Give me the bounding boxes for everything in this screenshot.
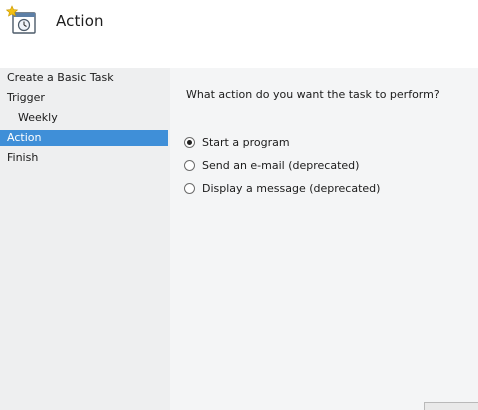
wizard-steps-sidebar: Create a Basic Task Trigger Weekly Actio… (0, 68, 170, 410)
create-basic-task-window: Action Create a Basic Task Trigger Weekl… (0, 0, 478, 410)
sidebar-item-weekly[interactable]: Weekly (0, 110, 168, 126)
radio-selected-dot (187, 139, 192, 145)
send-email-label[interactable]: Send an e-mail (deprecated) (202, 159, 359, 172)
display-message-option[interactable]: Display a message (deprecated) (184, 180, 380, 196)
sidebar-item-action[interactable]: Action (0, 130, 168, 146)
page-title: Action (56, 12, 104, 30)
display-message-label[interactable]: Display a message (deprecated) (202, 182, 380, 195)
start-program-radio[interactable] (184, 136, 195, 148)
display-message-radio[interactable] (184, 182, 195, 194)
wizard-header: Action (0, 0, 478, 68)
sidebar-item-create-basic-task[interactable]: Create a Basic Task (0, 70, 168, 86)
send-email-option[interactable]: Send an e-mail (deprecated) (184, 157, 359, 173)
start-program-option[interactable]: Start a program (184, 134, 290, 150)
sidebar-item-finish[interactable]: Finish (0, 150, 168, 166)
action-question: What action do you want the task to perf… (186, 88, 440, 101)
action-panel: What action do you want the task to perf… (170, 68, 478, 410)
start-program-label[interactable]: Start a program (202, 136, 290, 149)
task-scheduler-icon (5, 4, 40, 38)
send-email-radio[interactable] (184, 159, 195, 171)
wizard-button[interactable] (424, 402, 478, 410)
sidebar-item-trigger[interactable]: Trigger (0, 90, 168, 106)
